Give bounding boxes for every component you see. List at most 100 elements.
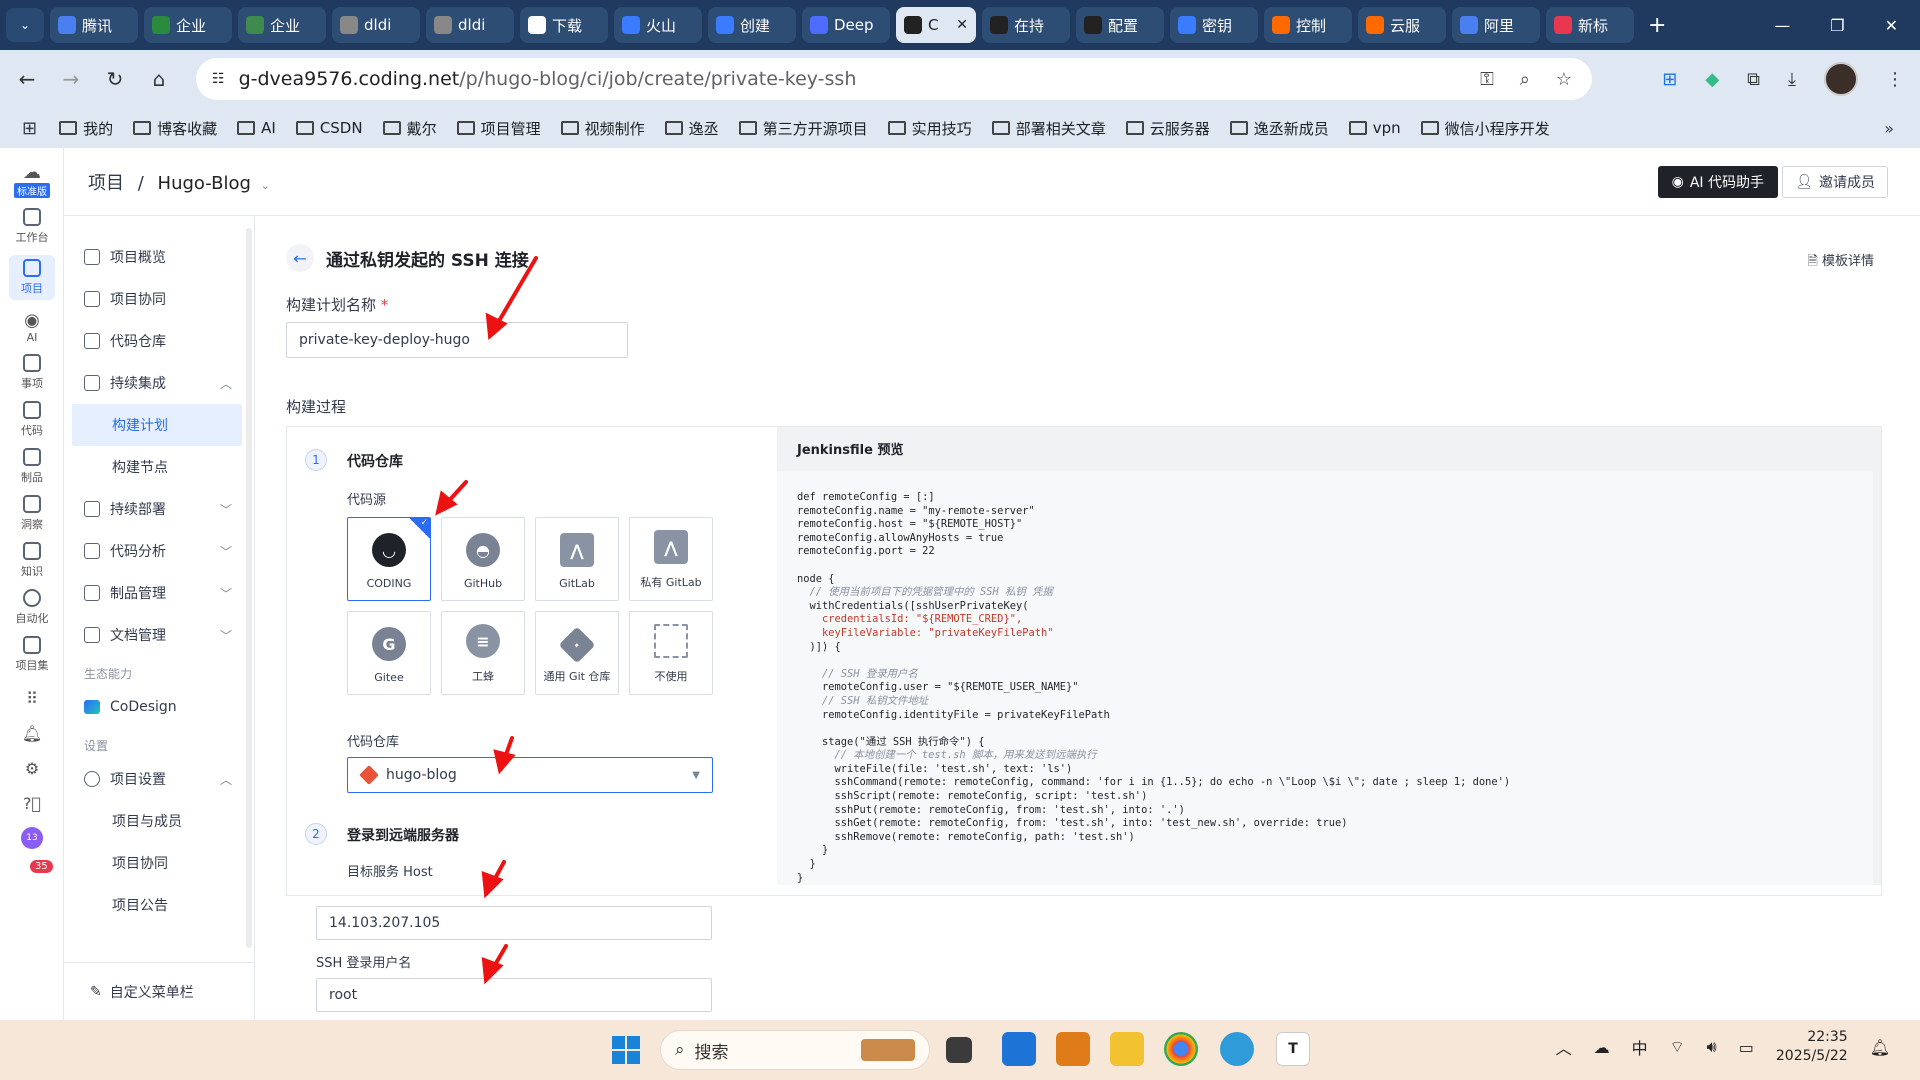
- bookmark-folder[interactable]: 项目管理: [456, 118, 541, 139]
- customize-menu-button[interactable]: ✎ 自定义菜单栏: [64, 962, 255, 1020]
- store-icon[interactable]: [1002, 1032, 1036, 1066]
- back-button[interactable]: ←: [286, 244, 314, 272]
- reload-icon[interactable]: ↻: [98, 67, 132, 91]
- sidebar-item-collab[interactable]: 项目协同: [64, 278, 254, 320]
- rail-item-workbench[interactable]: 工作台: [0, 208, 64, 245]
- browser-tab[interactable]: Deep: [802, 7, 890, 43]
- bookmark-star-icon[interactable]: ☆: [1556, 69, 1572, 90]
- rail-item-issues[interactable]: 事项: [0, 354, 64, 391]
- typora-icon[interactable]: T: [1276, 1032, 1310, 1066]
- rail-item-knowledge[interactable]: 知识: [0, 542, 64, 579]
- bookmark-folder[interactable]: 博客收藏: [133, 118, 217, 139]
- bookmark-folder[interactable]: 第三方开源项目: [738, 118, 868, 139]
- bookmark-folder[interactable]: 逸丞: [664, 118, 719, 139]
- home-icon[interactable]: ⌂: [142, 67, 176, 91]
- minimize-button[interactable]: —: [1774, 16, 1790, 35]
- rail-item-ai[interactable]: ◉ AI: [0, 310, 64, 344]
- close-window-button[interactable]: ✕: [1885, 16, 1898, 35]
- browser-tab[interactable]: 创建: [708, 7, 796, 43]
- source-gitlab[interactable]: ⋀ GitLab: [535, 517, 619, 601]
- rail-item-help[interactable]: ?⃝: [0, 794, 64, 813]
- zoom-icon[interactable]: ⌕: [1520, 69, 1530, 90]
- source-coding[interactable]: ◡ CODING: [347, 517, 431, 601]
- bookmark-folder[interactable]: CSDN: [295, 118, 363, 139]
- browser-tab[interactable]: 企业: [144, 7, 232, 43]
- sidebar-item-artifacts[interactable]: 制品管理 ﹀: [64, 572, 254, 614]
- file-explorer-icon[interactable]: [1110, 1032, 1144, 1066]
- bookmark-folder[interactable]: 实用技巧: [887, 118, 972, 139]
- source-github[interactable]: ◓ GitHub: [441, 517, 525, 601]
- rail-item-code[interactable]: 代码: [0, 401, 64, 438]
- close-tab-icon[interactable]: ✕: [956, 17, 968, 33]
- sidebar-item-analysis[interactable]: 代码分析 ﹀: [64, 530, 254, 572]
- sidebar-item-collab-settings[interactable]: 项目协同: [64, 842, 254, 884]
- source-gongfeng[interactable]: ≡ 工蜂: [441, 611, 525, 695]
- source-private-gitlab[interactable]: ⋀ 私有 GitLab: [629, 517, 713, 601]
- browser-tab[interactable]: 云服: [1358, 7, 1446, 43]
- apps-grid-icon[interactable]: ⊞: [22, 118, 37, 139]
- ime-indicator[interactable]: 中: [1632, 1035, 1648, 1059]
- browser-tab[interactable]: 在持: [982, 7, 1070, 43]
- bookmark-folder[interactable]: vpn: [1348, 118, 1401, 139]
- rail-item-apps[interactable]: ⠿: [0, 689, 64, 708]
- restore-button[interactable]: ❐: [1830, 16, 1844, 35]
- sidebar-item-ci[interactable]: 持续集成 ︿: [64, 362, 254, 404]
- sidebar-item-build-plan[interactable]: 构建计划: [72, 404, 242, 446]
- windows-start-icon[interactable]: [612, 1036, 640, 1064]
- wifi-icon[interactable]: ⌔: [1670, 1037, 1685, 1057]
- host-input[interactable]: 14.103.207.105: [316, 906, 712, 940]
- browser-tab[interactable]: 阿里: [1452, 7, 1540, 43]
- browser-tab[interactable]: C ✕: [896, 7, 976, 43]
- ai-code-assistant-button[interactable]: ◉ AI 代码助手: [1657, 166, 1778, 198]
- ssh-user-input[interactable]: root: [316, 978, 712, 1012]
- template-detail-link[interactable]: 🗎︎ 模板详情: [1807, 250, 1874, 274]
- source-gitee[interactable]: G Gitee: [347, 611, 431, 695]
- breadcrumb-project[interactable]: Hugo-Blog: [158, 173, 251, 194]
- browser-tab[interactable]: 火山: [614, 7, 702, 43]
- bookmark-folder[interactable]: 部署相关文章: [991, 118, 1106, 139]
- browser-tab[interactable]: dldi: [426, 7, 514, 43]
- menu-dots-icon[interactable]: ⋮: [1886, 69, 1904, 90]
- rail-item-project-set[interactable]: 项目集: [0, 636, 64, 673]
- rail-item-edition[interactable]: ☁ 标准版: [0, 162, 64, 198]
- notification-icon[interactable]: 🔔︎: [1870, 1038, 1890, 1057]
- sidebar-item-overview[interactable]: 项目概览: [64, 236, 254, 278]
- chrome-icon[interactable]: [1164, 1032, 1198, 1066]
- browser-tab[interactable]: 腾讯: [50, 7, 138, 43]
- translate-icon[interactable]: ⊞: [1662, 69, 1677, 90]
- browser-tab[interactable]: 企业: [238, 7, 326, 43]
- sublime-icon[interactable]: [1056, 1032, 1090, 1066]
- download-icon[interactable]: ⤓: [1788, 69, 1796, 90]
- chat-app-icon[interactable]: [1220, 1032, 1254, 1066]
- back-arrow-icon[interactable]: ←: [10, 67, 44, 91]
- sidebar-item-repo[interactable]: 代码仓库: [64, 320, 254, 362]
- sidebar-item-members[interactable]: 项目与成员: [64, 800, 254, 842]
- browser-tab[interactable]: dldi: [332, 7, 420, 43]
- bookmark-folder[interactable]: 微信小程序开发: [1420, 118, 1550, 139]
- source-generic-git[interactable]: · 通用 Git 仓库: [535, 611, 619, 695]
- rail-item-insight[interactable]: 洞察: [0, 495, 64, 532]
- rail-item-project[interactable]: 项目: [9, 255, 55, 300]
- rail-item-automation[interactable]: 自动化: [0, 589, 64, 626]
- battery-icon[interactable]: ▭: [1739, 1038, 1754, 1057]
- bookmark-folder[interactable]: 逸丞新成员: [1229, 118, 1329, 139]
- sidebar-item-build-node[interactable]: 构建节点: [64, 446, 254, 488]
- chevron-down-icon[interactable]: ⌄: [261, 179, 270, 192]
- taskbar-search[interactable]: ⌕ 搜索: [660, 1030, 930, 1070]
- chevron-up-icon[interactable]: ︿: [1556, 1035, 1572, 1059]
- url-bar[interactable]: ☷ g-dvea9576.coding.net/p/hugo-blog/ci/j…: [196, 58, 1592, 100]
- volume-icon[interactable]: 🔊︎: [1707, 1037, 1717, 1057]
- rail-user-avatar[interactable]: 13: [0, 827, 64, 849]
- sidebar-item-project-settings[interactable]: 项目设置 ︿: [64, 758, 254, 800]
- site-info-icon[interactable]: ☷: [212, 71, 225, 87]
- plan-name-input[interactable]: private-key-deploy-hugo: [286, 322, 628, 358]
- invite-member-button[interactable]: 👤︎ 邀请成员: [1782, 166, 1888, 198]
- profile-avatar[interactable]: [1824, 62, 1858, 96]
- bookmark-folder[interactable]: 戴尔: [382, 118, 437, 139]
- browser-tab[interactable]: 控制: [1264, 7, 1352, 43]
- clock[interactable]: 22:35 2025/5/22: [1776, 1028, 1848, 1066]
- sidebar-item-docs[interactable]: 文档管理 ﹀: [64, 614, 254, 656]
- extension-icon[interactable]: ◆: [1705, 69, 1719, 90]
- browser-tab[interactable]: 新标: [1546, 7, 1634, 43]
- sidebar-item-codesign[interactable]: CoDesign: [64, 686, 254, 728]
